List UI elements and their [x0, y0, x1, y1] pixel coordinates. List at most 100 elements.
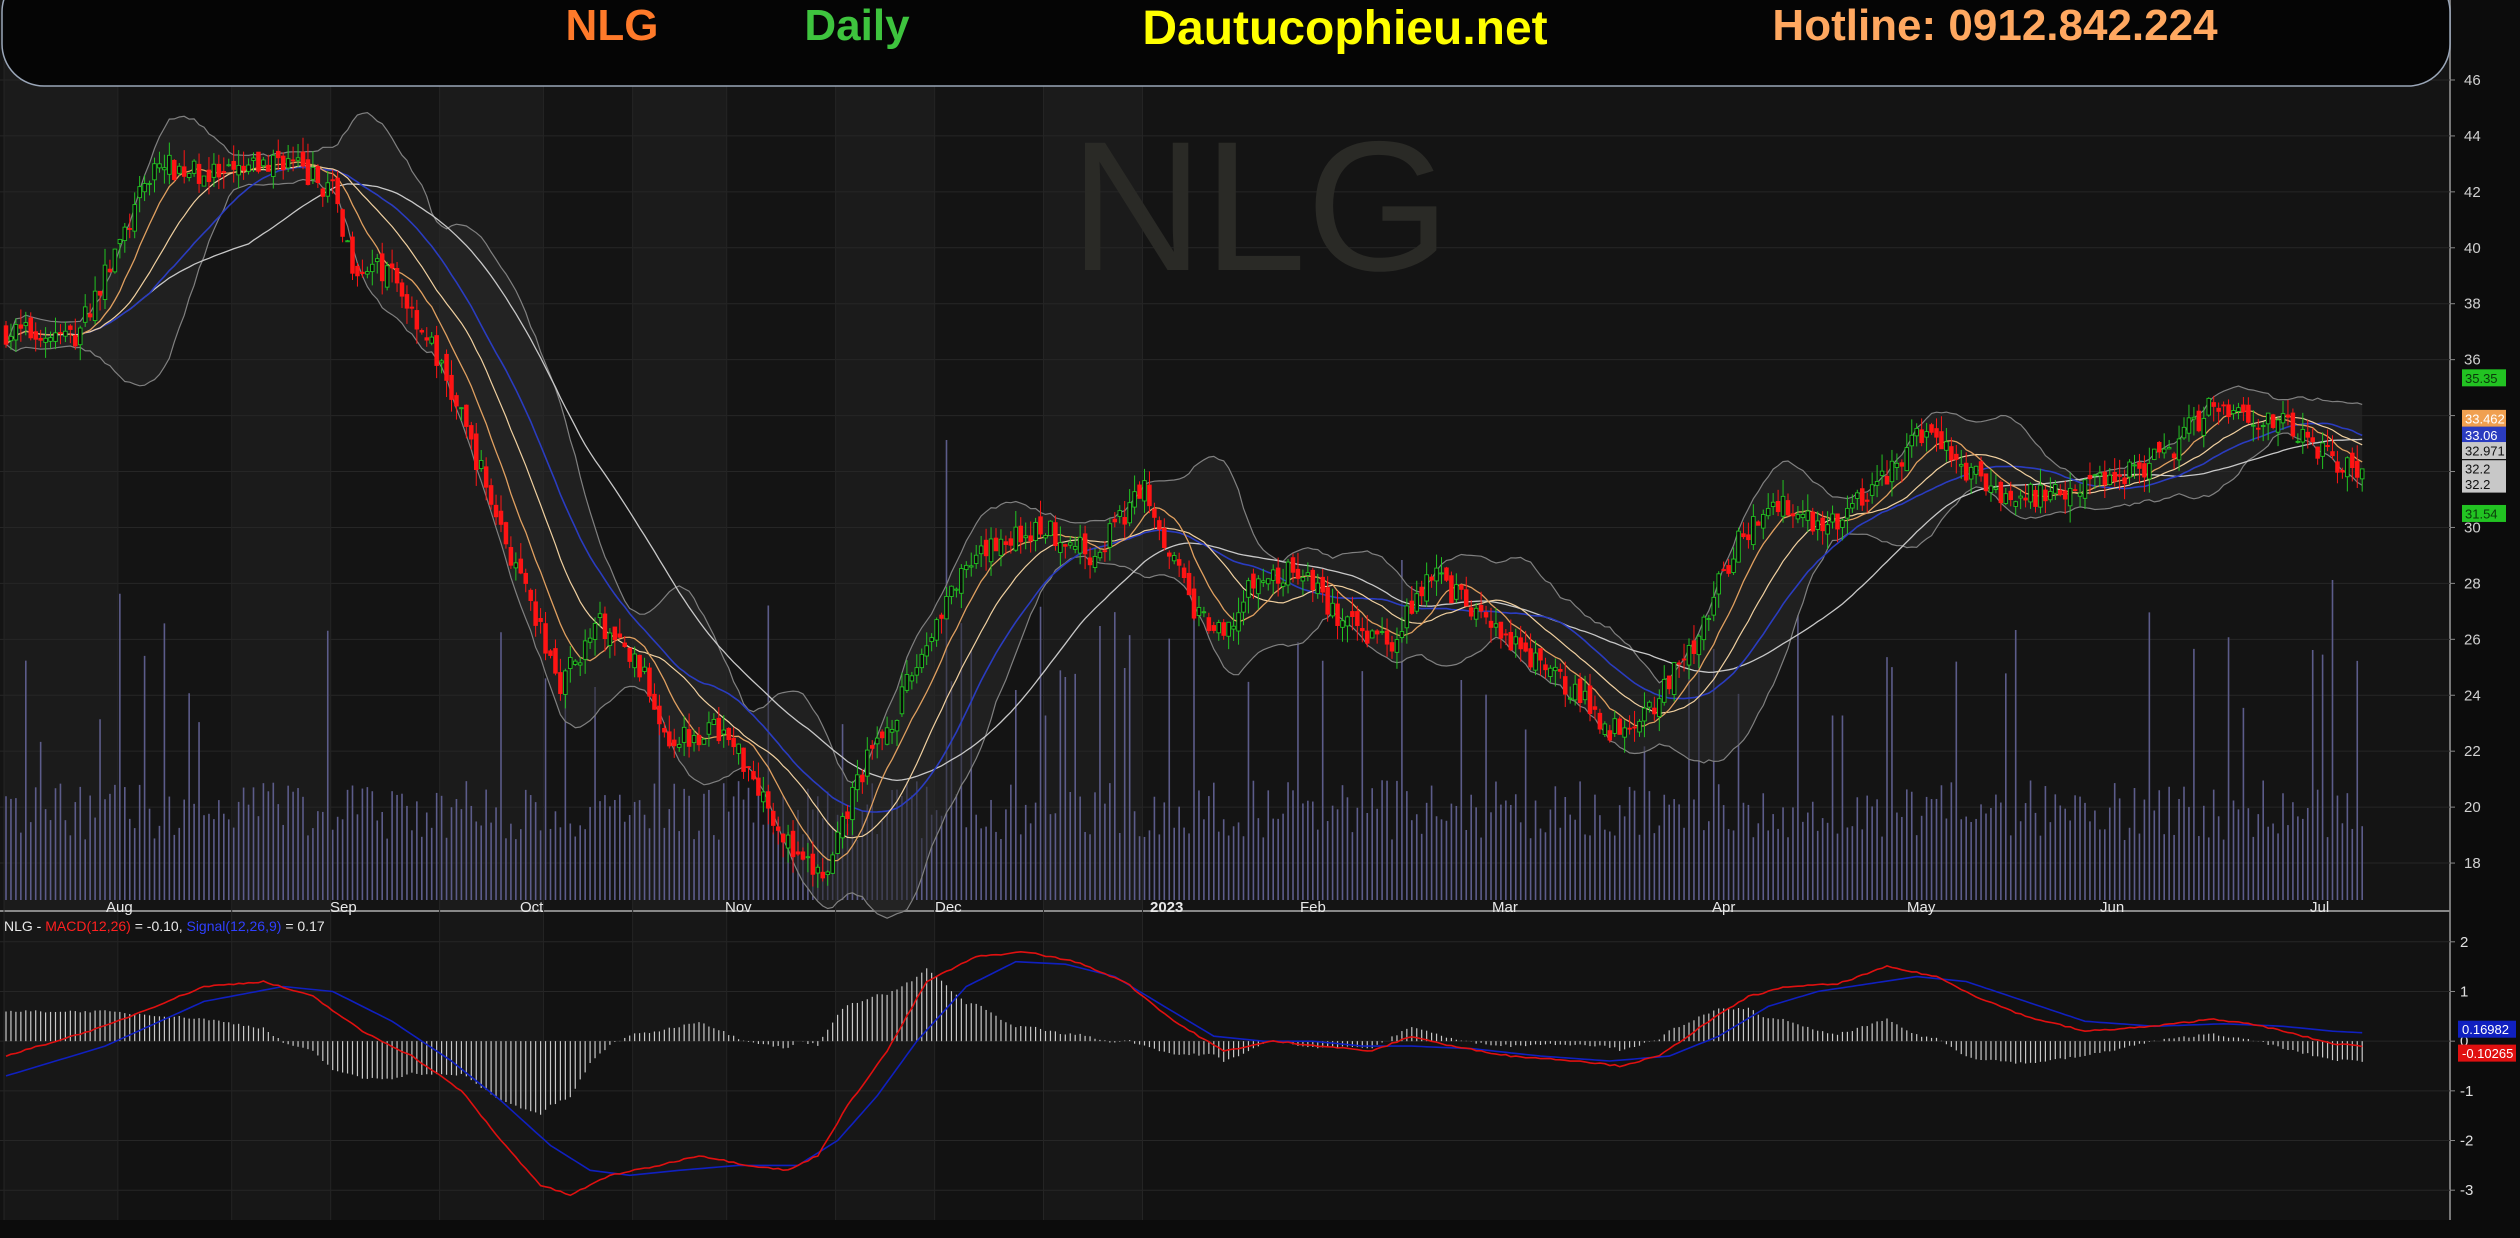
candle-body — [508, 547, 514, 566]
macd-legend-macd-value: = -0.10, — [131, 918, 187, 934]
candle-body — [2340, 469, 2345, 473]
candle-body — [1503, 633, 1509, 636]
candle-body — [1270, 569, 1276, 581]
price-axis-label: 20 — [2464, 799, 2481, 816]
candle-body — [1929, 424, 1934, 433]
candle-body — [662, 727, 667, 733]
candle-body — [1612, 718, 1617, 734]
candle-body — [691, 735, 697, 744]
candle-body — [1162, 527, 1167, 549]
candle-body — [2354, 460, 2360, 478]
month-label: Feb — [1300, 899, 1326, 916]
candle-body — [2231, 410, 2236, 415]
candle-body — [577, 662, 583, 666]
candle-body — [860, 774, 865, 783]
candle-body — [1746, 534, 1751, 541]
price-tag-label: 33.06 — [2465, 428, 2498, 443]
candle-body — [1533, 652, 1538, 671]
candle-body — [2003, 493, 2009, 504]
macd-axis-label: -2 — [2460, 1133, 2473, 1150]
candle-body — [568, 657, 573, 669]
candle-body — [429, 336, 434, 344]
candle-body — [1122, 517, 1127, 525]
macd-month-band — [4, 912, 118, 1220]
candle-body — [2305, 431, 2310, 438]
candle-body — [201, 175, 207, 187]
candle-body — [1780, 495, 1786, 517]
price-axis-label: 36 — [2464, 352, 2481, 369]
candle-body — [1350, 611, 1355, 618]
price-axis-label: 26 — [2464, 631, 2481, 648]
candle-body — [87, 313, 93, 318]
candle-body — [107, 268, 113, 273]
candle-body — [320, 188, 326, 197]
candle-body — [1058, 542, 1063, 553]
candle-body — [696, 734, 702, 746]
candle-body — [2255, 427, 2261, 430]
candle-body — [964, 564, 969, 571]
candle-body — [350, 236, 355, 274]
candle-body — [147, 182, 152, 185]
candle-body — [1637, 720, 1642, 733]
price-tag-label: 35.35 — [2465, 371, 2498, 386]
macd-legend-prefix: NLG - — [4, 918, 45, 934]
candle-body — [543, 623, 548, 654]
candle-body — [2018, 495, 2023, 499]
candle-body — [1265, 578, 1271, 585]
candle-body — [1498, 621, 1504, 639]
candle-body — [652, 693, 657, 710]
candle-body — [2295, 440, 2301, 443]
candle-body — [2265, 412, 2271, 425]
price-tag-label: 32.2 — [2465, 462, 2490, 477]
candle-body — [573, 660, 578, 665]
candle-body — [102, 264, 108, 300]
candle-body — [1889, 460, 1895, 483]
candle-body — [617, 633, 623, 638]
candle-body — [469, 425, 474, 440]
candle-body — [1810, 511, 1815, 532]
candle-body — [28, 317, 34, 339]
candle-body — [1711, 596, 1716, 616]
candle-body — [137, 186, 142, 199]
candle-body — [483, 466, 489, 488]
candle-body — [345, 240, 350, 243]
candle-body — [2122, 477, 2127, 485]
watermark-symbol: NLG — [1070, 104, 1450, 310]
candle-body — [68, 325, 73, 330]
candle-body — [53, 332, 58, 342]
candle-body — [884, 727, 890, 745]
candle-body — [1444, 567, 1449, 581]
candle-body — [1949, 446, 1954, 461]
candle-body — [167, 154, 172, 175]
macd-axis-label: -3 — [2460, 1182, 2473, 1199]
candle-body — [92, 290, 98, 322]
candle-body — [330, 179, 335, 182]
candle-body — [1003, 541, 1009, 545]
candle-body — [1508, 631, 1514, 651]
candle-body — [1473, 607, 1479, 620]
candle-body — [548, 650, 553, 656]
price-axis-label: 42 — [2464, 184, 2481, 201]
candle-body — [226, 164, 231, 167]
candle-body — [1909, 434, 1914, 447]
candle-body — [394, 268, 400, 284]
candle-body — [1355, 611, 1360, 626]
candle-body — [1013, 526, 1019, 551]
candle-body — [1295, 568, 1301, 579]
candle-body — [1627, 727, 1632, 730]
candle-body — [1736, 530, 1741, 563]
candle-body — [607, 632, 613, 646]
candle-body — [379, 253, 385, 282]
candle-body — [1340, 620, 1345, 628]
candle-body — [1256, 578, 1261, 595]
candle-body — [949, 585, 954, 597]
candle-body — [2226, 404, 2231, 418]
candle-body — [1825, 524, 1830, 535]
candle-body — [1944, 441, 1949, 451]
candle-body — [2033, 489, 2038, 507]
candle-body — [157, 163, 162, 169]
candle-body — [409, 306, 415, 309]
candle-body — [1483, 611, 1489, 618]
candle-body — [2038, 484, 2043, 508]
candle-body — [1681, 658, 1687, 661]
